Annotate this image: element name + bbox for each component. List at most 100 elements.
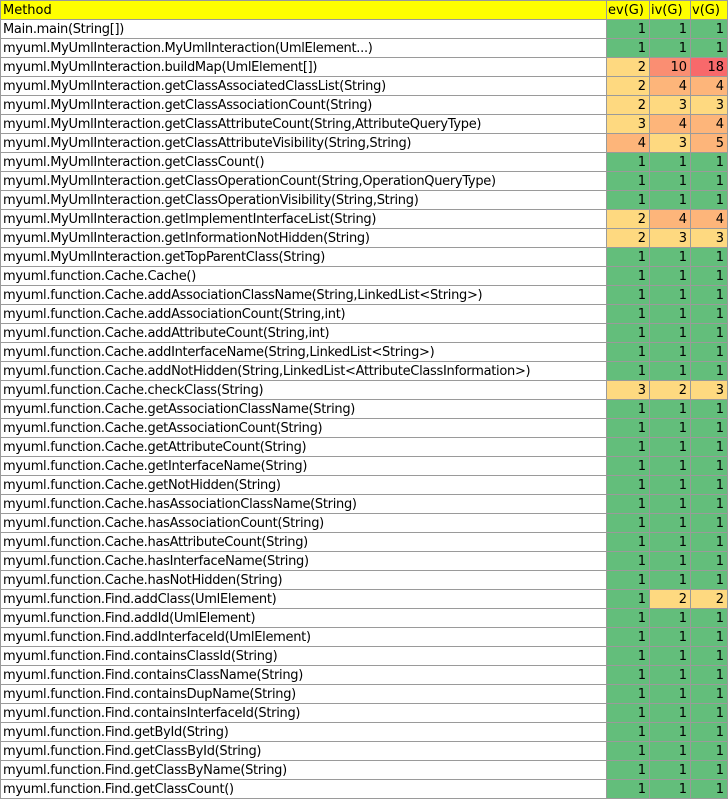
- iv-cell[interactable]: 4: [649, 76, 691, 96]
- method-cell[interactable]: myuml.function.Find.containsInterfaceId(…: [0, 703, 607, 723]
- ev-cell[interactable]: 1: [606, 38, 650, 58]
- iv-cell[interactable]: 1: [649, 779, 691, 799]
- ev-cell[interactable]: 1: [606, 722, 650, 742]
- ev-cell[interactable]: 1: [606, 266, 650, 286]
- ev-cell[interactable]: 4: [606, 133, 650, 153]
- ev-cell[interactable]: 1: [606, 551, 650, 571]
- ev-cell[interactable]: 1: [606, 532, 650, 552]
- iv-cell[interactable]: 1: [649, 646, 691, 666]
- ev-cell[interactable]: 2: [606, 209, 650, 229]
- ev-cell[interactable]: 1: [606, 418, 650, 438]
- iv-cell[interactable]: 1: [649, 627, 691, 647]
- iv-cell[interactable]: 1: [649, 513, 691, 533]
- method-cell[interactable]: myuml.MyUmlInteraction.getClassOperation…: [0, 190, 607, 210]
- method-cell[interactable]: myuml.function.Cache.Cache(): [0, 266, 607, 286]
- method-cell[interactable]: myuml.function.Find.getById(String): [0, 722, 607, 742]
- iv-cell[interactable]: 1: [649, 342, 691, 362]
- v-cell[interactable]: 1: [690, 570, 728, 590]
- method-cell[interactable]: myuml.function.Cache.getAssociationCount…: [0, 418, 607, 438]
- method-cell[interactable]: myuml.MyUmlInteraction.MyUmlInteraction(…: [0, 38, 607, 58]
- iv-cell[interactable]: 2: [649, 380, 691, 400]
- ev-cell[interactable]: 3: [606, 380, 650, 400]
- method-cell[interactable]: myuml.function.Cache.getAssociationClass…: [0, 399, 607, 419]
- iv-cell[interactable]: 1: [649, 665, 691, 685]
- v-cell[interactable]: 1: [690, 494, 728, 514]
- ev-cell[interactable]: 1: [606, 570, 650, 590]
- iv-cell[interactable]: 1: [649, 19, 691, 39]
- ev-cell[interactable]: 1: [606, 589, 650, 609]
- ev-cell[interactable]: 1: [606, 779, 650, 799]
- ev-cell[interactable]: 1: [606, 190, 650, 210]
- v-cell[interactable]: 3: [690, 228, 728, 248]
- iv-cell[interactable]: 1: [649, 418, 691, 438]
- ev-cell[interactable]: 2: [606, 76, 650, 96]
- method-cell[interactable]: myuml.function.Cache.hasNotHidden(String…: [0, 570, 607, 590]
- iv-cell[interactable]: 1: [649, 285, 691, 305]
- v-cell[interactable]: 1: [690, 532, 728, 552]
- v-cell[interactable]: 1: [690, 399, 728, 419]
- iv-cell[interactable]: 4: [649, 114, 691, 134]
- ev-cell[interactable]: 1: [606, 703, 650, 723]
- method-cell[interactable]: Main.main(String[]): [0, 19, 607, 39]
- method-cell[interactable]: myuml.MyUmlInteraction.getInformationNot…: [0, 228, 607, 248]
- v-cell[interactable]: 1: [690, 323, 728, 343]
- v-cell[interactable]: 4: [690, 76, 728, 96]
- ev-cell[interactable]: 1: [606, 19, 650, 39]
- v-cell[interactable]: 1: [690, 152, 728, 172]
- v-cell[interactable]: 1: [690, 779, 728, 799]
- v-cell[interactable]: 1: [690, 361, 728, 381]
- v-cell[interactable]: 1: [690, 551, 728, 571]
- iv-cell[interactable]: 3: [649, 133, 691, 153]
- ev-cell[interactable]: 1: [606, 323, 650, 343]
- ev-cell[interactable]: 1: [606, 627, 650, 647]
- v-cell[interactable]: 1: [690, 722, 728, 742]
- ev-cell[interactable]: 1: [606, 760, 650, 780]
- iv-cell[interactable]: 4: [649, 209, 691, 229]
- iv-cell[interactable]: 1: [649, 494, 691, 514]
- header-method[interactable]: Method: [0, 0, 607, 20]
- v-cell[interactable]: 1: [690, 171, 728, 191]
- method-cell[interactable]: myuml.function.Find.containsDupName(Stri…: [0, 684, 607, 704]
- method-cell[interactable]: myuml.MyUmlInteraction.getTopParentClass…: [0, 247, 607, 267]
- ev-cell[interactable]: 1: [606, 494, 650, 514]
- iv-cell[interactable]: 1: [649, 399, 691, 419]
- header-v[interactable]: v(G): [690, 0, 728, 20]
- v-cell[interactable]: 1: [690, 342, 728, 362]
- ev-cell[interactable]: 1: [606, 665, 650, 685]
- method-cell[interactable]: myuml.function.Cache.addNotHidden(String…: [0, 361, 607, 381]
- v-cell[interactable]: 3: [690, 380, 728, 400]
- v-cell[interactable]: 1: [690, 475, 728, 495]
- ev-cell[interactable]: 1: [606, 646, 650, 666]
- v-cell[interactable]: 1: [690, 266, 728, 286]
- iv-cell[interactable]: 1: [649, 722, 691, 742]
- v-cell[interactable]: 1: [690, 247, 728, 267]
- v-cell[interactable]: 1: [690, 741, 728, 761]
- iv-cell[interactable]: 1: [649, 703, 691, 723]
- iv-cell[interactable]: 1: [649, 760, 691, 780]
- v-cell[interactable]: 1: [690, 627, 728, 647]
- v-cell[interactable]: 1: [690, 304, 728, 324]
- method-cell[interactable]: myuml.MyUmlInteraction.getClassCount(): [0, 152, 607, 172]
- iv-cell[interactable]: 3: [649, 95, 691, 115]
- iv-cell[interactable]: 1: [649, 456, 691, 476]
- ev-cell[interactable]: 1: [606, 342, 650, 362]
- v-cell[interactable]: 1: [690, 665, 728, 685]
- iv-cell[interactable]: 1: [649, 551, 691, 571]
- method-cell[interactable]: myuml.function.Cache.getInterfaceName(St…: [0, 456, 607, 476]
- iv-cell[interactable]: 1: [649, 247, 691, 267]
- v-cell[interactable]: 1: [690, 437, 728, 457]
- header-iv[interactable]: iv(G): [649, 0, 691, 20]
- iv-cell[interactable]: 1: [649, 608, 691, 628]
- ev-cell[interactable]: 1: [606, 513, 650, 533]
- method-cell[interactable]: myuml.function.Find.addInterfaceId(UmlEl…: [0, 627, 607, 647]
- ev-cell[interactable]: 3: [606, 114, 650, 134]
- iv-cell[interactable]: 1: [649, 152, 691, 172]
- iv-cell[interactable]: 1: [649, 361, 691, 381]
- method-cell[interactable]: myuml.function.Find.getClassById(String): [0, 741, 607, 761]
- iv-cell[interactable]: 1: [649, 323, 691, 343]
- v-cell[interactable]: 1: [690, 646, 728, 666]
- ev-cell[interactable]: 1: [606, 437, 650, 457]
- ev-cell[interactable]: 1: [606, 456, 650, 476]
- method-cell[interactable]: myuml.function.Cache.hasAssociationClass…: [0, 494, 607, 514]
- method-cell[interactable]: myuml.function.Cache.addAssociationCount…: [0, 304, 607, 324]
